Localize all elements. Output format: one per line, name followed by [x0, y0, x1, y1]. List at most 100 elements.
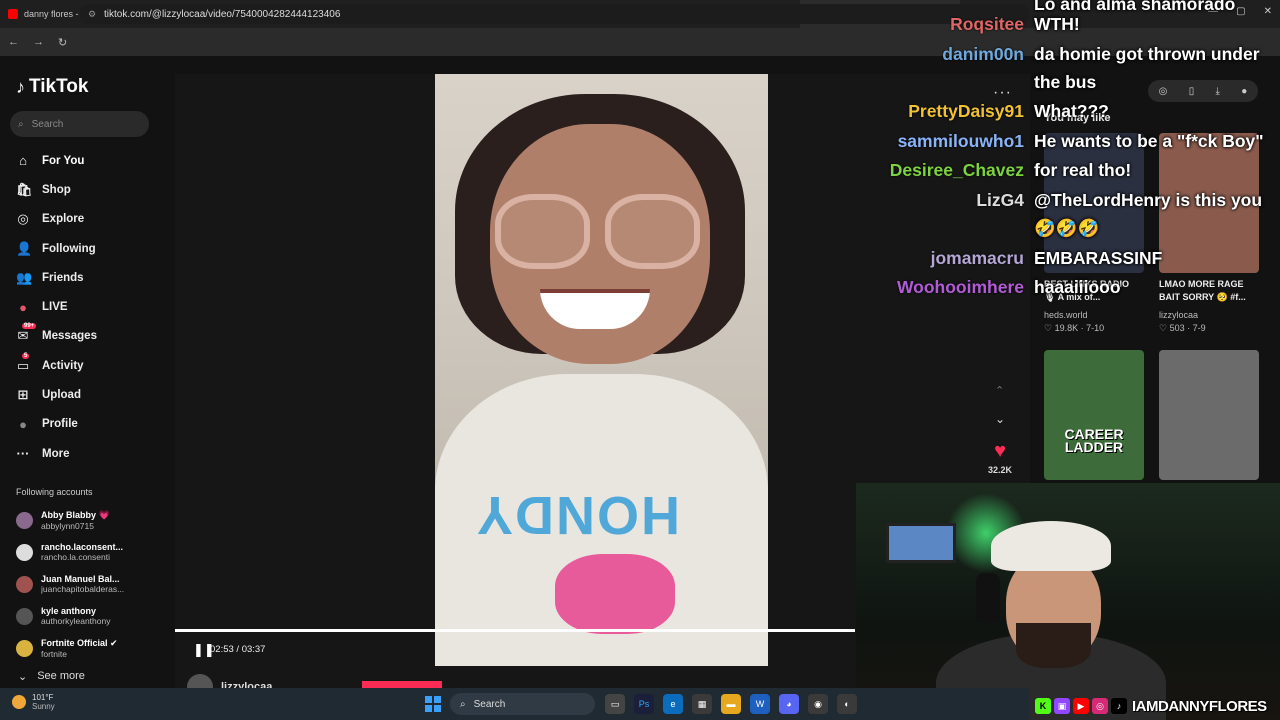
chat-message: the bus [1034, 72, 1097, 92]
chat-message: What??? [1034, 101, 1109, 121]
sidebar-item-activity[interactable]: ▭ 5 Activity [16, 351, 166, 380]
youtube-icon: ▶ [1073, 698, 1089, 714]
account-name: Abby Blabby 💗 [41, 509, 110, 520]
caption-line: BAIT SORRY 🥺 #f... [1159, 292, 1246, 302]
forward-icon[interactable]: → [33, 36, 44, 48]
download-icon[interactable]: ⤓ [1216, 86, 1220, 97]
weather-temp: 101°F [32, 693, 54, 702]
sidebar-item-friends[interactable]: 👥 Friends [16, 263, 166, 292]
word-icon[interactable]: W [750, 694, 770, 714]
cam-cap [991, 521, 1111, 571]
cam-beard [1016, 623, 1091, 668]
app-icon[interactable]: ◐ [837, 694, 857, 714]
file-explorer-icon[interactable]: ▬ [721, 694, 741, 714]
sun-icon [12, 695, 26, 709]
chat-message: EMBARASSINF [1034, 248, 1163, 268]
see-more-label: See more [37, 670, 85, 682]
following-account[interactable]: Abby Blabby 💗 abbylynn0715 [16, 504, 171, 536]
tiktok-logo[interactable]: ♪ TikTok [16, 76, 88, 98]
account-name: kyle anthony [41, 606, 97, 616]
sidebar-item-profile[interactable]: ● Profile [16, 410, 166, 439]
sidebar-item-label: Profile [42, 418, 78, 431]
discord-icon[interactable]: ◕ [779, 694, 799, 714]
sidebar-item-messages[interactable]: ✉ 99+ Messages [16, 322, 166, 351]
sidebar-item-label: Messages [42, 330, 97, 343]
user-avatar-icon[interactable]: ● [1241, 86, 1247, 97]
tiktok-note-icon: ♪ [16, 76, 25, 97]
friends-icon: 👥 [16, 269, 33, 285]
sidebar-item-following[interactable]: 👤 Following [16, 234, 166, 263]
like-button[interactable]: ♥ 32.2K [985, 440, 1015, 475]
phone-icon[interactable]: ▯ [1189, 86, 1195, 97]
video-author[interactable]: heds.world [1044, 310, 1088, 320]
account-text: rancho.laconsent... rancho.la.consenti [41, 542, 166, 562]
following-account[interactable]: kyle anthony authorkyleanthony [16, 600, 171, 632]
restore-icon[interactable]: ▢ [1236, 6, 1245, 17]
taskbar-search[interactable]: ⌕ Search [450, 693, 595, 715]
sidebar-item-label: Activity [42, 359, 84, 372]
main-nav: ⌂ For You 🛍 Shop ◎ Explore 👤 Following 👥 Friends ●… [16, 146, 166, 468]
messages-icon: ✉ 99+ [17, 323, 37, 344]
target-icon[interactable]: ◎ [1159, 86, 1168, 97]
edge-icon[interactable]: e [663, 694, 683, 714]
see-more-button[interactable]: ⌄ See more [18, 670, 85, 683]
account-text: Juan Manuel Bal... juanchapitobalderas... [41, 574, 166, 594]
sidebar-item-upload[interactable]: ⊞ Upload [16, 380, 166, 409]
search-input[interactable]: ⌕ Search [10, 111, 149, 137]
upload-icon: ⊞ [17, 387, 29, 403]
chat-username: Woohooimhere [896, 277, 1024, 297]
more-options-icon[interactable]: ··· [993, 84, 1012, 102]
instagram-icon: ◎ [1092, 698, 1108, 714]
streamer-handle: IAMDANNYFLORES [1132, 697, 1267, 715]
notification-badge: 99+ [22, 323, 37, 330]
account-avatar [16, 575, 33, 593]
search-icon: ⌕ [18, 118, 24, 130]
chat-username: PrettyDaisy91 [908, 101, 1024, 121]
next-video-icon[interactable]: ⌄ [995, 412, 1005, 426]
chrome-icon[interactable]: ◉ [808, 694, 828, 714]
sidebar-item-label: Upload [42, 389, 81, 402]
recommended-video-thumbnail[interactable] [1159, 350, 1259, 480]
back-icon[interactable]: ← [8, 36, 19, 48]
account-name: Fortnite Official ✔ [41, 637, 118, 648]
following-account[interactable]: rancho.laconsent... rancho.la.consenti [16, 536, 171, 568]
account-name: rancho.laconsent... [41, 542, 124, 552]
chat-username: Desiree_Chavez [889, 160, 1024, 180]
close-window-icon[interactable]: ✕ [1264, 6, 1272, 17]
recommended-video-thumbnail[interactable] [1044, 350, 1144, 480]
tiktok-icon: ♪ [1111, 698, 1127, 714]
video-progress-bar[interactable] [175, 629, 855, 632]
photoshop-icon[interactable]: Ps [634, 694, 654, 714]
chat-message: haaaiiiooo [1034, 277, 1121, 297]
account-handle: fortnite [41, 648, 67, 659]
sidebar-item-live[interactable]: ● LIVE [16, 292, 166, 321]
reload-icon[interactable]: ↻ [58, 36, 67, 49]
compass-icon: ◎ [17, 211, 29, 227]
video-stats: ♡ 19.8K · 7-10 [1044, 323, 1105, 333]
windows-start-icon[interactable] [425, 696, 441, 712]
account-text: Abby Blabby 💗 abbylynn0715 [41, 510, 166, 531]
video-caption: LMAO MORE RAGE BAIT SORRY 🥺 #f... [1159, 278, 1264, 304]
weather-widget[interactable]: 101°F Sunny [12, 693, 55, 711]
account-handle: rancho.la.consenti [41, 552, 110, 562]
site-info-icon[interactable]: ⚙ [88, 9, 96, 20]
task-view-icon[interactable]: ▭ [605, 694, 625, 714]
following-account[interactable]: Fortnite Official ✔ fortnite [16, 632, 171, 664]
url-text: tiktok.com/@lizzylocaa/video/75400042824… [104, 8, 341, 20]
chat-username: sammilouwho1 [897, 131, 1024, 151]
video-frame[interactable]: HONDY [435, 74, 768, 666]
sidebar-item-explore[interactable]: ◎ Explore [16, 205, 166, 234]
address-bar[interactable]: ⚙ tiktok.com/@lizzylocaa/video/754000428… [80, 4, 1030, 24]
live-avatar-icon: ● [19, 299, 27, 315]
following-account[interactable]: Juan Manuel Bal... juanchapitobalderas... [16, 568, 171, 600]
caption-line: CAREER LADDER [1064, 426, 1124, 455]
search-placeholder: Search [31, 118, 64, 130]
cam-headset [976, 573, 1000, 623]
sidebar-item-shop[interactable]: 🛍 Shop [16, 175, 166, 204]
store-icon[interactable]: ▦ [692, 694, 712, 714]
caption-line: LMAO MORE RAGE [1159, 279, 1244, 289]
previous-video-icon[interactable]: ⌃ [995, 384, 1004, 397]
sidebar-item-more[interactable]: ··· More [16, 439, 166, 468]
video-author[interactable]: lizzylocaa [1159, 310, 1198, 320]
sidebar-item-for-you[interactable]: ⌂ For You [16, 146, 166, 175]
